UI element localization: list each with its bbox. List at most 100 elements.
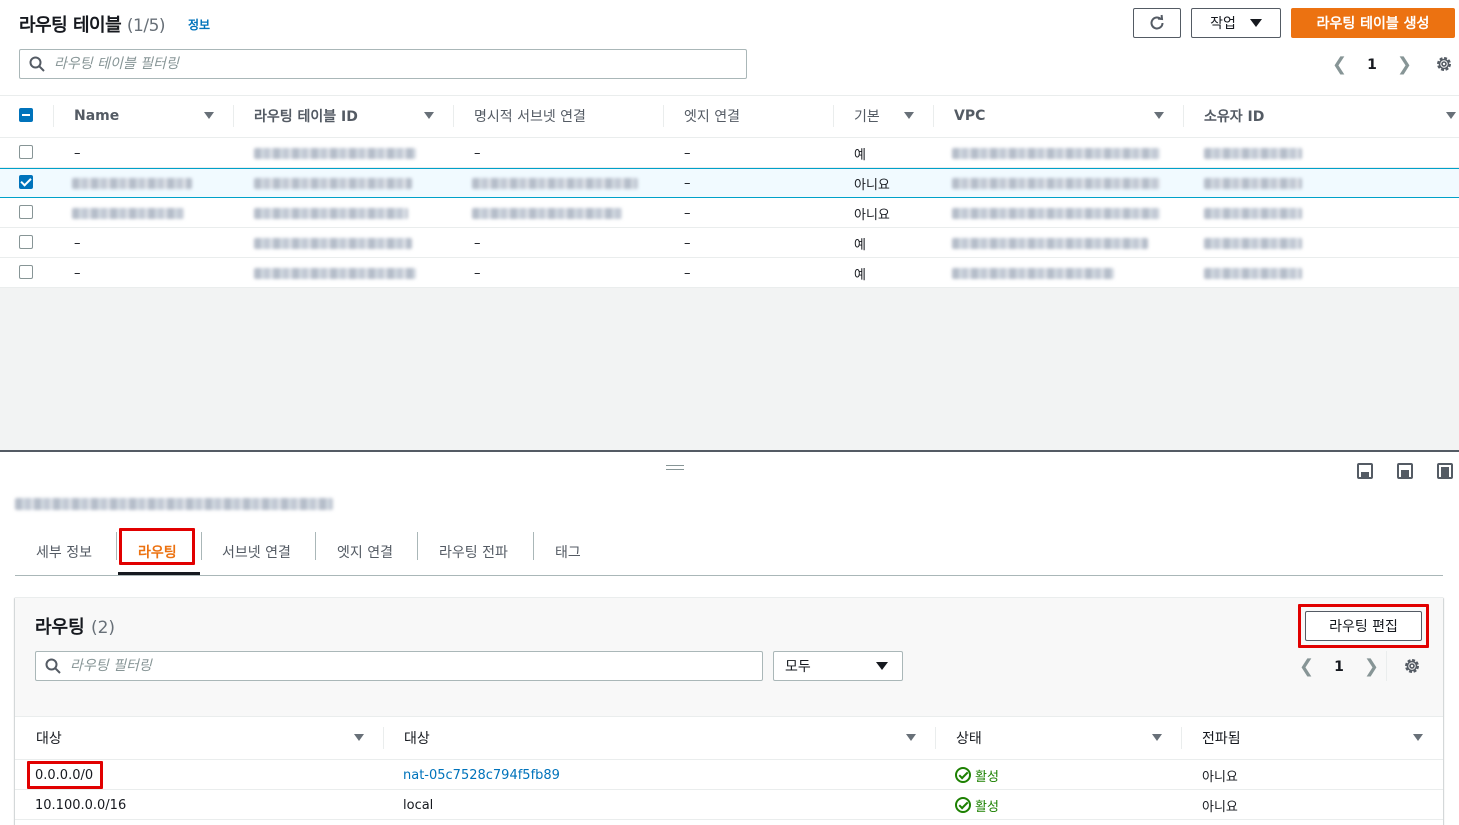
row-checkbox[interactable] xyxy=(19,265,33,279)
page-number[interactable]: 1 xyxy=(1367,57,1377,73)
route-status: 활성 xyxy=(955,790,999,820)
cell-route-table-id[interactable] xyxy=(254,258,416,288)
sort-caret-icon[interactable] xyxy=(1152,734,1162,741)
row-checkbox[interactable] xyxy=(19,145,33,159)
cell-explicit-subnet[interactable] xyxy=(472,168,638,198)
tab-separator xyxy=(201,532,202,560)
table-row[interactable]: – – – 예 xyxy=(0,138,1459,168)
create-route-table-button[interactable]: 라우팅 테이블 생성 xyxy=(1291,8,1455,38)
refresh-icon xyxy=(1150,14,1164,30)
cell-owner-id xyxy=(1204,198,1302,228)
sort-caret-icon[interactable] xyxy=(1154,112,1164,119)
cell-vpc[interactable] xyxy=(952,198,1160,228)
cell-owner-id xyxy=(1204,228,1302,258)
column-header-name[interactable]: Name xyxy=(74,96,119,136)
chevron-left-icon[interactable]: ❮ xyxy=(1332,54,1347,75)
cell-main: 예 xyxy=(854,267,866,283)
cell-route-table-id[interactable] xyxy=(254,228,412,258)
sort-caret-icon[interactable] xyxy=(354,734,364,741)
cell-route-table-id[interactable] xyxy=(254,168,412,198)
sort-caret-icon[interactable] xyxy=(904,112,914,119)
chevron-right-icon[interactable]: ❯ xyxy=(1397,54,1412,75)
route-status: 활성 xyxy=(955,760,999,790)
settings-gear-icon[interactable] xyxy=(1403,657,1421,675)
sort-caret-icon[interactable] xyxy=(1413,734,1423,741)
panel-full-icon[interactable] xyxy=(1437,463,1453,479)
cell-vpc[interactable] xyxy=(952,228,1148,258)
cell-vpc[interactable] xyxy=(952,258,1114,288)
row-checkbox[interactable] xyxy=(19,205,33,219)
column-separator xyxy=(233,105,234,127)
tab-subnet-associations[interactable]: 서브넷 연결 xyxy=(222,528,291,575)
table-row[interactable]: – – – 예 xyxy=(0,258,1459,288)
cell-main: 아니요 xyxy=(854,177,890,193)
cell-vpc[interactable] xyxy=(952,168,1160,198)
chevron-right-icon[interactable]: ❯ xyxy=(1364,656,1379,677)
table-row[interactable]: – – – 예 xyxy=(0,228,1459,258)
table-row-selected[interactable]: – 아니요 xyxy=(0,168,1459,198)
tab-edge-associations[interactable]: 엣지 연결 xyxy=(337,528,393,575)
routes-filter-input[interactable] xyxy=(70,658,716,674)
select-all-checkbox[interactable] xyxy=(19,108,33,122)
cell-edge: – xyxy=(684,205,691,221)
column-header-route-table-id[interactable]: 라우팅 테이블 ID xyxy=(254,96,358,136)
cell-name: – xyxy=(74,265,81,281)
column-header-status[interactable]: 상태 xyxy=(956,718,982,758)
column-header-target[interactable]: 대상 xyxy=(404,718,430,758)
success-check-icon xyxy=(955,767,971,783)
panel-bottom-small-icon[interactable] xyxy=(1357,463,1373,479)
column-separator xyxy=(1181,727,1182,749)
sort-caret-icon[interactable] xyxy=(424,112,434,119)
routes-count: (2) xyxy=(90,618,116,638)
cell-route-table-id[interactable] xyxy=(254,138,416,168)
column-header-vpc[interactable]: VPC xyxy=(954,96,985,136)
column-header-propagated[interactable]: 전파됨 xyxy=(1202,718,1241,758)
tab-route-propagation[interactable]: 라우팅 전파 xyxy=(439,528,508,575)
selected-route-table-title xyxy=(15,495,333,514)
route-target-link[interactable]: nat-05c7528c794f5fb89 xyxy=(403,760,560,790)
row-checkbox[interactable] xyxy=(19,235,33,249)
resize-handle-icon[interactable] xyxy=(666,465,684,470)
column-header-main[interactable]: 기본 xyxy=(854,96,880,136)
column-header-destination[interactable]: 대상 xyxy=(36,718,62,758)
tab-separator xyxy=(533,532,534,560)
routes-pagination: ❮ 1 ❯ xyxy=(1299,656,1379,677)
column-header-owner-id[interactable]: 소유자 ID xyxy=(1204,96,1264,136)
cell-explicit-subnet: – xyxy=(474,265,481,281)
search-icon xyxy=(45,658,61,674)
settings-gear-icon[interactable] xyxy=(1435,55,1453,73)
routes-scope-select[interactable]: 모두 xyxy=(773,651,903,681)
sort-caret-icon[interactable] xyxy=(204,112,214,119)
sort-caret-icon[interactable] xyxy=(1446,112,1456,119)
route-table-filter-input[interactable] xyxy=(54,56,700,72)
routes-page-number[interactable]: 1 xyxy=(1334,659,1344,675)
route-table-filter[interactable] xyxy=(19,49,747,79)
table-row[interactable]: – 아니요 xyxy=(0,198,1459,228)
cell-explicit-subnet[interactable] xyxy=(472,198,622,228)
chevron-left-icon[interactable]: ❮ xyxy=(1299,656,1314,677)
routes-filter[interactable] xyxy=(35,651,763,681)
pagination: ❮ 1 ❯ xyxy=(1332,54,1412,75)
caret-down-icon xyxy=(1249,19,1262,27)
panel-bottom-half-icon[interactable] xyxy=(1397,463,1413,479)
highlight-box-edit-routes xyxy=(1298,604,1429,648)
tab-separator xyxy=(116,532,117,560)
cell-route-table-id[interactable] xyxy=(254,198,408,228)
column-header-edge: 엣지 연결 xyxy=(684,109,740,125)
cell-name: – xyxy=(74,235,81,251)
tab-details[interactable]: 세부 정보 xyxy=(36,528,92,575)
column-separator xyxy=(53,105,54,127)
column-separator xyxy=(933,105,934,127)
tab-tags[interactable]: 태그 xyxy=(555,528,581,575)
cell-owner-id xyxy=(1204,138,1302,168)
info-link[interactable]: 정보 xyxy=(188,16,210,33)
row-checkbox[interactable] xyxy=(19,175,33,189)
cell-vpc[interactable] xyxy=(952,138,1160,168)
route-status-text: 활성 xyxy=(975,769,999,785)
actions-label: 작업 xyxy=(1210,16,1236,32)
active-tab-indicator xyxy=(118,572,200,575)
actions-dropdown[interactable]: 작업 xyxy=(1191,8,1281,38)
sort-caret-icon[interactable] xyxy=(906,734,916,741)
refresh-button[interactable] xyxy=(1133,8,1181,38)
success-check-icon xyxy=(955,797,971,813)
